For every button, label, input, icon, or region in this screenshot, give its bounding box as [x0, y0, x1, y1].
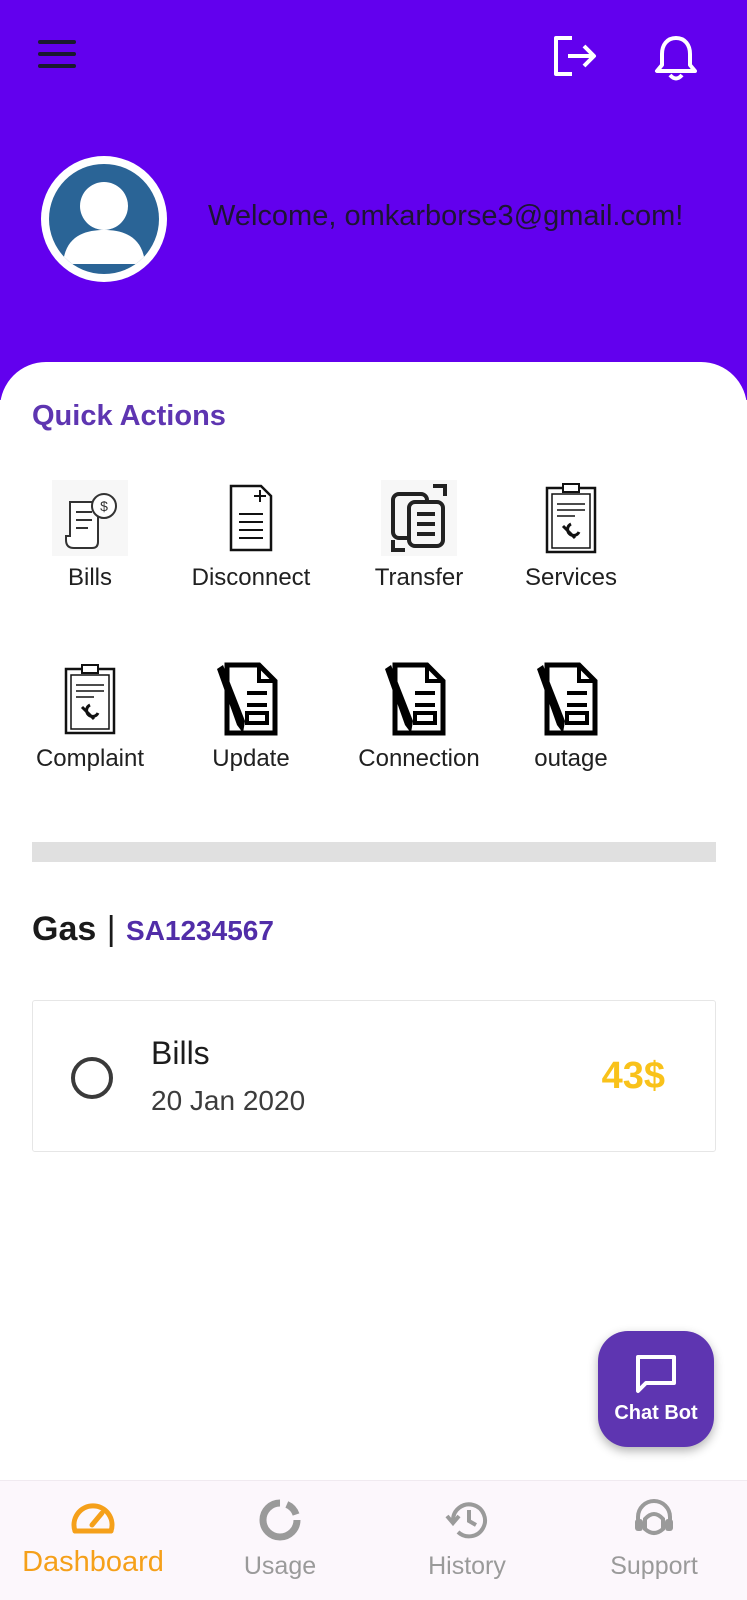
account-type: Gas	[32, 910, 97, 948]
document-pen-icon	[213, 661, 289, 737]
hamburger-menu-icon[interactable]	[38, 40, 78, 72]
nav-support[interactable]: Support	[564, 1497, 744, 1581]
donut-chart-icon	[190, 1497, 370, 1548]
nav-label: Dashboard	[22, 1546, 164, 1578]
nav-dashboard[interactable]: Dashboard	[3, 1497, 183, 1579]
nav-history[interactable]: History	[377, 1497, 557, 1581]
speedometer-icon	[3, 1497, 183, 1542]
action-label: Services	[524, 564, 618, 591]
account-number: SA1234567	[126, 915, 274, 946]
bill-radio[interactable]	[71, 1057, 113, 1099]
quick-actions-title: Quick Actions	[32, 400, 226, 432]
bill-amount: 43$	[601, 1055, 665, 1097]
clipboard-wrench-icon	[533, 480, 609, 556]
action-label: outage	[534, 745, 608, 772]
chat-bubble-icon	[598, 1353, 714, 1400]
action-connection[interactable]: Connection	[344, 661, 494, 791]
action-label: Bills	[67, 564, 112, 591]
nav-label: Usage	[243, 1552, 317, 1580]
document-icon	[213, 480, 289, 556]
action-disconnect[interactable]: Disconnect	[176, 480, 326, 610]
action-transfer[interactable]: Transfer	[344, 480, 494, 610]
history-icon	[377, 1497, 557, 1548]
transfer-icon	[381, 480, 457, 556]
chat-bot-label: Chat Bot	[614, 1402, 698, 1424]
svg-text:$: $	[100, 498, 108, 514]
nav-label: History	[428, 1552, 506, 1580]
bill-name: Bills	[151, 1035, 210, 1071]
action-services[interactable]: Services	[496, 480, 646, 610]
section-divider	[32, 842, 716, 862]
action-label: Complaint	[35, 745, 145, 772]
action-label: Disconnect	[191, 564, 311, 591]
action-label: Transfer	[374, 564, 464, 591]
action-outage[interactable]: outage	[496, 661, 646, 791]
avatar[interactable]	[41, 156, 167, 282]
bottom-navigation: Dashboard Usage History Support	[0, 1480, 747, 1600]
support-agent-icon	[564, 1497, 744, 1548]
action-complaint[interactable]: Complaint	[15, 661, 165, 791]
user-avatar-icon	[49, 164, 159, 274]
welcome-message: Welcome, omkarborse3@gmail.com!	[208, 200, 684, 232]
bell-icon[interactable]	[654, 34, 698, 82]
action-label: Update	[212, 745, 290, 772]
action-label: Connection	[358, 745, 480, 772]
bill-date: 20 Jan 2020	[151, 1085, 306, 1116]
account-header: Gas | SA1234567	[32, 910, 274, 949]
document-pen-icon	[381, 661, 457, 737]
logout-icon[interactable]	[552, 34, 598, 78]
bill-receipt-icon: $	[52, 480, 128, 556]
action-bills[interactable]: $ Bills	[15, 480, 165, 610]
action-update[interactable]: Update	[176, 661, 326, 791]
document-pen-icon	[533, 661, 609, 737]
chat-bot-button[interactable]: Chat Bot	[598, 1331, 714, 1447]
nav-usage[interactable]: Usage	[190, 1497, 370, 1581]
clipboard-wrench-icon	[52, 661, 128, 737]
bill-card[interactable]: Bills 20 Jan 2020 43$	[32, 1000, 716, 1152]
nav-label: Support	[610, 1552, 698, 1580]
account-separator: |	[106, 910, 116, 948]
